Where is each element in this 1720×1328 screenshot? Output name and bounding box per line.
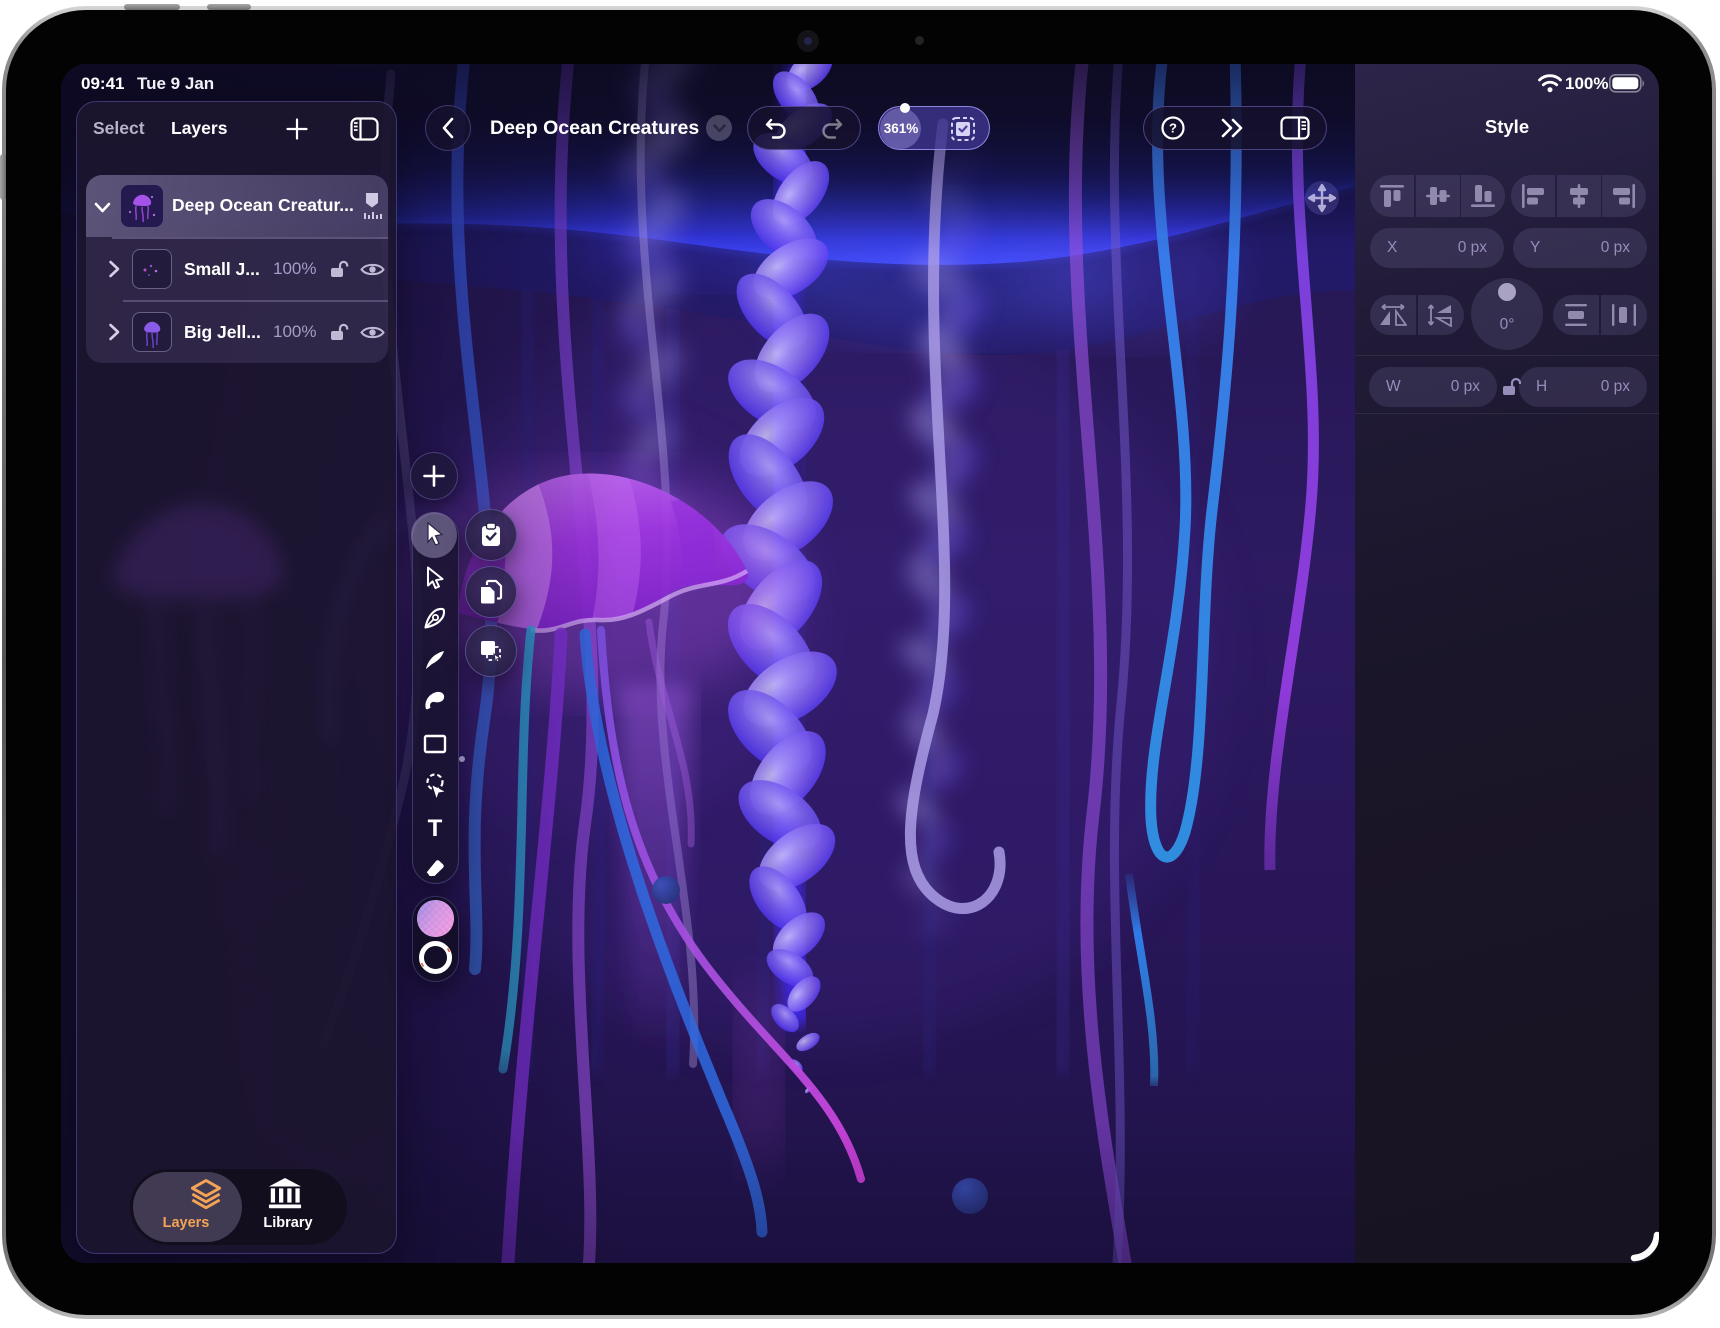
svg-text:?: ? [1169,121,1177,136]
svg-text:T: T [428,816,443,840]
